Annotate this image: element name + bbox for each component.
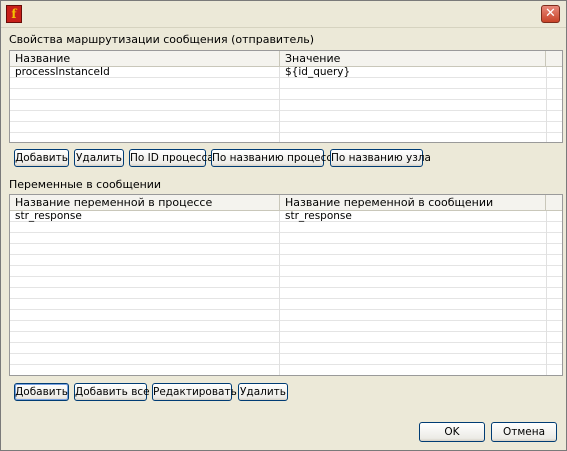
by-node-name-button[interactable]: По названию узла — [330, 149, 431, 167]
column-header-process-variable[interactable]: Название переменной в процессе — [10, 195, 280, 210]
edit-button[interactable]: Редактировать — [152, 383, 237, 401]
by-process-id-button[interactable]: По ID процесса — [129, 149, 214, 167]
table-row[interactable]: processInstanceId ${id_query} — [10, 67, 562, 78]
routing-table-body: processInstanceId ${id_query} — [10, 67, 562, 142]
column-header-name[interactable]: Название — [10, 51, 280, 66]
variables-section-label: Переменные в сообщении — [9, 178, 162, 191]
variables-add-button[interactable]: Добавить — [14, 383, 69, 401]
message-variables-table: Название переменной в процессе Название … — [9, 194, 563, 376]
routing-properties-table: Название Значение processInstanceId ${id… — [9, 50, 563, 143]
variables-table-header: Название переменной в процессе Название … — [10, 195, 562, 211]
cancel-button[interactable]: Отмена — [491, 422, 557, 442]
routing-table-header: Название Значение — [10, 51, 562, 67]
column-header-message-variable[interactable]: Название переменной в сообщении — [280, 195, 546, 210]
variables-delete-button[interactable]: Удалить — [238, 383, 288, 401]
variables-table-body: str_response str_response — [10, 211, 562, 375]
routing-add-button[interactable]: Добавить — [14, 149, 69, 167]
routing-property-value[interactable]: ${id_query} — [280, 67, 350, 78]
column-header-value[interactable]: Значение — [280, 51, 546, 66]
table-row[interactable]: str_response str_response — [10, 211, 562, 222]
process-variable-name[interactable]: str_response — [10, 211, 82, 222]
by-process-name-button[interactable]: По названию процесса — [211, 149, 339, 167]
routing-delete-button[interactable]: Удалить — [74, 149, 124, 167]
message-variable-name[interactable]: str_response — [280, 211, 352, 222]
routing-property-name[interactable]: processInstanceId — [10, 67, 110, 78]
ok-button[interactable]: OK — [419, 422, 485, 442]
title-bar: f ✕ — [1, 1, 566, 28]
app-icon: f — [6, 5, 22, 23]
add-all-button[interactable]: Добавить все — [74, 383, 150, 401]
close-button[interactable]: ✕ — [541, 5, 560, 23]
routing-section-label: Свойства маршрутизации сообщения (отправ… — [9, 33, 315, 46]
routing-dialog: f ✕ Свойства маршрутизации сообщения (от… — [0, 0, 567, 451]
